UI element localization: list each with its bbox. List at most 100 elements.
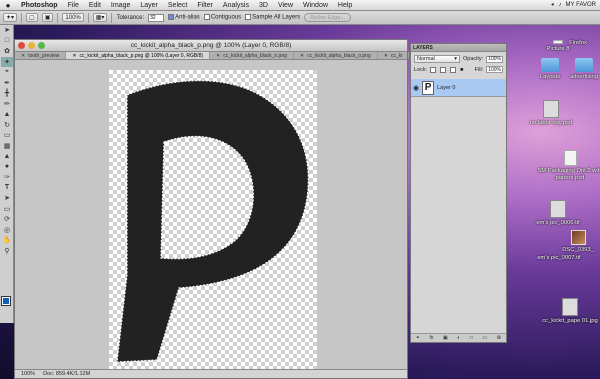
tab-close-icon[interactable]: ✕ <box>300 53 304 59</box>
desktop-icon-dsc-0393[interactable]: DSC_0393_ <box>556 230 600 254</box>
tolerance-input[interactable] <box>148 13 165 22</box>
tab-alpha-n[interactable]: ✕ cc_kickit_alpha_black_n.png <box>210 52 294 59</box>
image-file-icon <box>550 200 566 218</box>
volume-icon[interactable]: ♪ <box>559 2 562 8</box>
tab-label: cc_kickit_alpha_black_o.png <box>307 52 371 59</box>
opacity-input[interactable]: 100% <box>486 55 503 63</box>
desktop-icon-advertising[interactable]: advertising <box>564 58 600 81</box>
sample-all-checkbox[interactable] <box>245 14 252 21</box>
type-tool-icon[interactable]: T <box>1 183 13 194</box>
mask-icon[interactable]: ▣ <box>443 335 448 341</box>
menu-image[interactable]: Image <box>106 2 135 9</box>
pen-tool-icon[interactable]: ✑ <box>1 172 13 183</box>
foreground-color-swatch[interactable] <box>1 296 11 306</box>
zoom-tool-icon[interactable]: ⚲ <box>1 246 13 257</box>
icon-label: em's pic_0006.tif <box>536 220 580 226</box>
anti-alias-option[interactable]: Anti-alias <box>168 14 200 21</box>
lock-all-icon[interactable]: ■ <box>460 67 463 73</box>
marquee-tool-icon[interactable]: □ <box>1 36 13 47</box>
brush-tool-icon[interactable]: ✏ <box>1 99 13 110</box>
stamp-tool-icon[interactable]: ▲ <box>1 109 13 120</box>
move-tool-icon[interactable]: ➤ <box>1 25 13 36</box>
menu-edit[interactable]: Edit <box>84 2 106 9</box>
desktop-icon-ems-pic-0006[interactable]: em's pic_0006.tif <box>519 200 597 227</box>
tool-options-bar: ✦▾ ▢ ▣ 100% ▦▾ Tolerance: Anti-alias Con… <box>0 11 600 25</box>
hand-tool-icon[interactable]: ✋ <box>1 235 13 246</box>
blend-mode-select[interactable]: Normal ▾ <box>414 55 461 63</box>
tab-close-icon[interactable]: ✕ <box>72 53 76 59</box>
link-layers-icon[interactable]: ⚭ <box>416 335 420 341</box>
blur-tool-icon[interactable]: ▲ <box>1 151 13 162</box>
desktop-icon-sm-packaging[interactable]: SM Packaging Opt 2 with papers.psd <box>530 150 600 181</box>
menu-file[interactable]: File <box>63 2 84 9</box>
apple-menu-icon[interactable]: ● <box>0 1 16 10</box>
tab-close-icon[interactable]: ✕ <box>21 53 25 59</box>
shape-tool-icon[interactable]: ▭ <box>1 204 13 215</box>
menu-view[interactable]: View <box>273 2 298 9</box>
app-menu[interactable]: Photoshop <box>16 2 63 9</box>
tab-overflow[interactable]: ✕ cc_ki <box>378 52 410 59</box>
wifi-icon[interactable]: ◕ <box>551 2 555 8</box>
divider <box>87 12 89 23</box>
canvas-area[interactable] <box>15 60 407 369</box>
fx-icon[interactable]: fx <box>430 335 434 341</box>
layer-row[interactable]: ◉ P Layer 0 <box>411 79 506 97</box>
eyedropper-tool-icon[interactable]: ✒ <box>1 78 13 89</box>
desktop-icon-firefox[interactable]: Firefox <box>556 40 600 47</box>
sample-all-option[interactable]: Sample All Layers <box>245 14 300 21</box>
magic-wand-tool-icon[interactable]: ✦ <box>1 56 13 67</box>
menu-3d[interactable]: 3D <box>254 2 273 9</box>
eraser-tool-icon[interactable]: ▭ <box>1 130 13 141</box>
lock-pixels-icon[interactable] <box>440 66 447 73</box>
tab-alpha-o[interactable]: ✕ cc_kickit_alpha_black_o.png <box>294 52 378 59</box>
refine-edge-button[interactable]: Refine Edge... <box>304 13 352 22</box>
menu-analysis[interactable]: Analysis <box>218 2 254 9</box>
status-zoom[interactable]: 100% <box>21 371 35 377</box>
add-selection-button[interactable]: ▣ <box>41 13 54 22</box>
visibility-eye-icon[interactable]: ◉ <box>413 84 419 92</box>
contiguous-checkbox[interactable] <box>203 14 210 21</box>
menu-filter[interactable]: Filter <box>192 2 218 9</box>
desktop-icon-ems-pic-0007[interactable]: em's pic_0007.tif <box>520 255 598 262</box>
healing-tool-icon[interactable]: ╋ <box>1 88 13 99</box>
menu-help[interactable]: Help <box>333 2 357 9</box>
tab-alpha-p[interactable]: ✕ cc_kickit_alpha_black_p.png @ 100% (Lay… <box>66 52 211 59</box>
menu-window[interactable]: Window <box>298 2 333 9</box>
zoom-select[interactable]: 100% <box>62 13 84 22</box>
menubar-status-text: MY FAVOR <box>565 2 596 8</box>
crop-tool-icon[interactable]: ⌖ <box>1 67 13 78</box>
tab-tooth-preview[interactable]: ✕ tooth_preview <box>15 52 67 59</box>
transparent-canvas[interactable] <box>109 70 317 369</box>
desktop-icon-cc-kickit-paper[interactable]: cc_kickit_pape 01.jpg <box>540 298 600 325</box>
path-select-icon[interactable]: ➤ <box>1 193 13 204</box>
adjustment-icon[interactable]: ◐ <box>457 335 460 341</box>
trash-icon[interactable]: ♻ <box>497 335 501 341</box>
image-file-icon <box>543 100 559 118</box>
folder-icon <box>541 58 559 72</box>
history-brush-icon[interactable]: ↻ <box>1 120 13 131</box>
fill-input[interactable]: 100% <box>486 66 503 73</box>
desktop-icon-no-labor-day[interactable]: no labor day.psd <box>512 100 590 127</box>
lock-transparency-icon[interactable] <box>430 66 437 73</box>
layers-panel-title[interactable]: LAYERS <box>411 44 506 52</box>
contiguous-option[interactable]: Contiguous <box>203 14 242 21</box>
menu-layer[interactable]: Layer <box>135 2 163 9</box>
folder-icon[interactable]: □ <box>470 335 473 341</box>
status-doc-size[interactable]: Doc: 859.4K/1.12M <box>43 371 90 377</box>
contiguous-label: Contiguous <box>210 14 242 21</box>
magic-wand-preset-icon[interactable]: ✦▾ <box>3 13 18 22</box>
anti-alias-checkbox[interactable] <box>168 14 175 21</box>
gradient-tool-icon[interactable]: ▦ <box>1 141 13 152</box>
3d-orbit-icon[interactable]: ◎ <box>1 225 13 236</box>
menu-select[interactable]: Select <box>163 2 192 9</box>
3d-rotate-icon[interactable]: ⟳ <box>1 214 13 225</box>
lasso-tool-icon[interactable]: ✿ <box>1 46 13 57</box>
dodge-tool-icon[interactable]: ● <box>1 162 13 173</box>
new-layer-icon[interactable]: ▭ <box>482 335 487 341</box>
tab-close-icon[interactable]: ✕ <box>384 53 388 59</box>
arrange-button[interactable]: ▦▾ <box>92 13 108 22</box>
lock-position-icon[interactable] <box>450 66 457 73</box>
new-selection-button[interactable]: ▢ <box>26 13 38 22</box>
tab-close-icon[interactable]: ✕ <box>216 53 220 59</box>
layer-name[interactable]: Layer 0 <box>437 85 455 91</box>
